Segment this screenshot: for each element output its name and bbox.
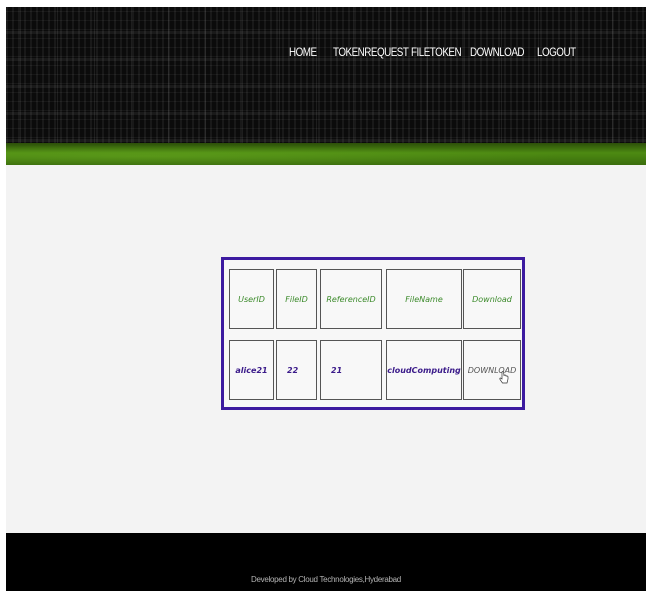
- footer-credit-text: Developed by Cloud Technologies,Hyderaba…: [251, 575, 401, 584]
- site-header: HOME TOKENREQUEST FILETOKEN DOWNLOAD LOG…: [6, 7, 646, 165]
- hand-cursor-icon: [499, 371, 509, 384]
- page-frame-top: [0, 0, 649, 7]
- header-green-band: [6, 143, 646, 165]
- nav-home-link[interactable]: HOME: [289, 45, 317, 59]
- header-filename: FileName: [386, 269, 462, 329]
- nav-logout-link[interactable]: LOGOUT: [537, 45, 576, 59]
- header-fileid: FileID: [276, 269, 317, 329]
- file-table: UserID FileID ReferenceID FileName Downl…: [221, 257, 525, 410]
- cell-referenceid: 21: [320, 340, 382, 400]
- header-userid: UserID: [229, 269, 274, 329]
- nav-download-link[interactable]: DOWNLOAD: [470, 45, 525, 59]
- cell-filename: cloudComputing: [386, 340, 462, 400]
- cell-fileid: 22: [276, 340, 317, 400]
- download-link[interactable]: DOWNLOAD: [463, 340, 521, 400]
- site-footer: Developed by Cloud Technologies,Hyderaba…: [6, 533, 646, 591]
- main-nav: HOME TOKENREQUEST FILETOKEN DOWNLOAD LOG…: [6, 45, 646, 69]
- header-download: Download: [463, 269, 521, 329]
- cell-userid: alice21: [229, 340, 274, 400]
- header-background-texture: [6, 7, 646, 147]
- nav-tokenrequest-link[interactable]: TOKENREQUEST: [333, 45, 409, 59]
- nav-filetoken-link[interactable]: FILETOKEN: [411, 45, 462, 59]
- header-referenceid: ReferenceID: [320, 269, 382, 329]
